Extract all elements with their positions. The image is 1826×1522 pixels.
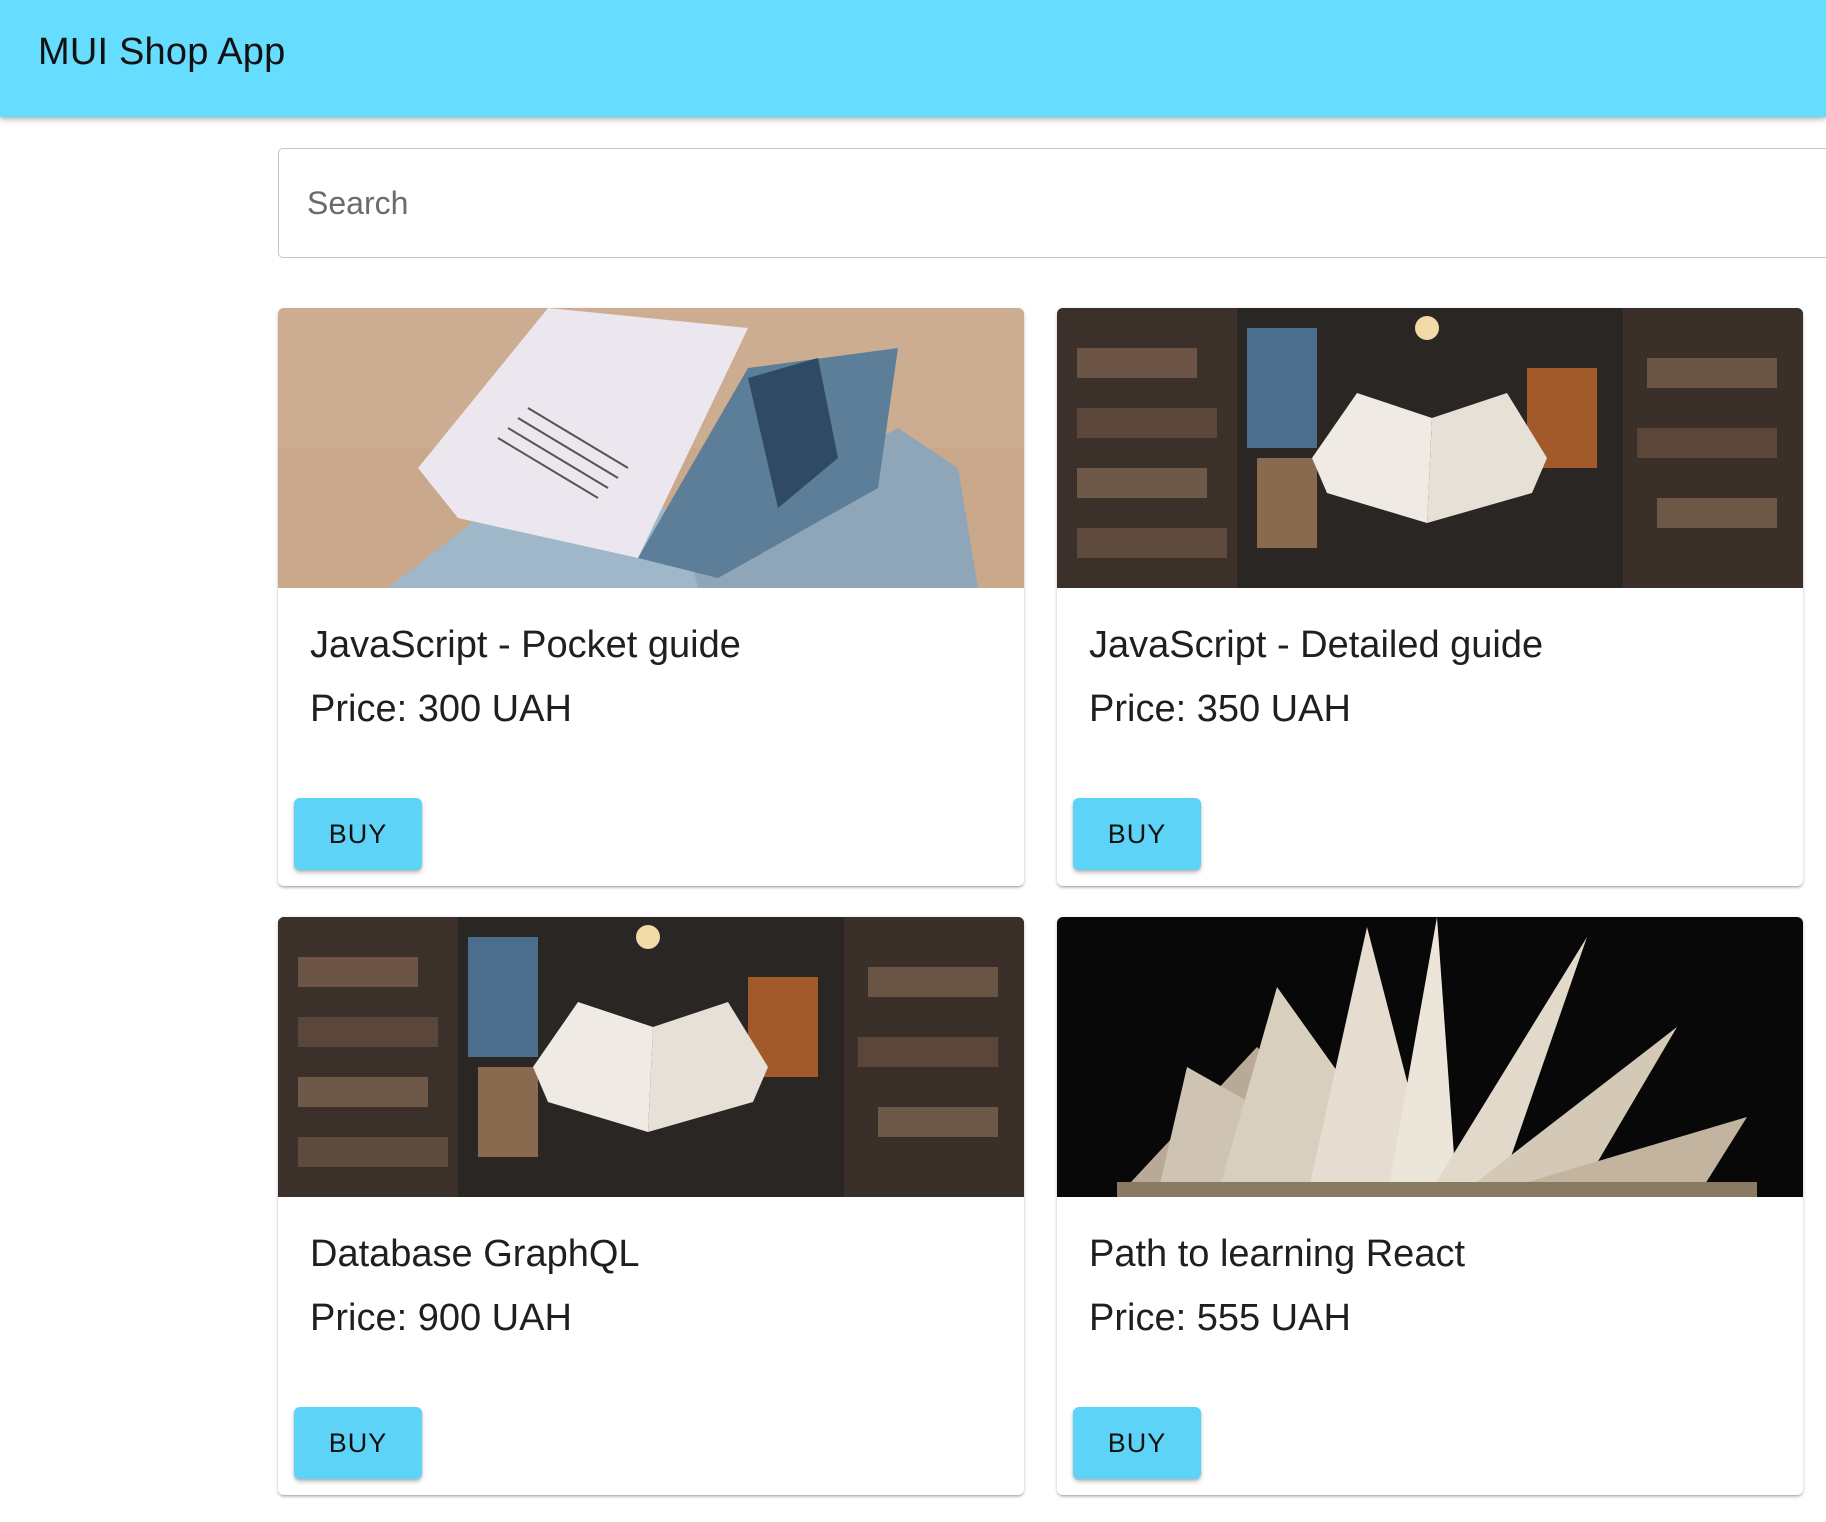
open-book-photo (278, 308, 1024, 588)
product-price: Price: 900 UAH (310, 1297, 572, 1339)
buy-button[interactable]: BUY (294, 1407, 422, 1479)
product-title: Database GraphQL (310, 1233, 640, 1275)
buy-button[interactable]: BUY (294, 798, 422, 870)
fanned-book-photo (1057, 917, 1803, 1197)
product-card: JavaScript - Detailed guide Price: 350 U… (1057, 308, 1803, 886)
product-card: Database GraphQL Price: 900 UAH BUY (278, 917, 1024, 1495)
buy-button[interactable]: BUY (1073, 1407, 1201, 1479)
product-card: Path to learning React Price: 555 UAH BU… (1057, 917, 1803, 1495)
product-price: Price: 300 UAH (310, 688, 572, 730)
product-title: JavaScript - Detailed guide (1089, 624, 1544, 666)
app-bar: MUI Shop App (0, 0, 1826, 117)
product-card: JavaScript - Pocket guide Price: 300 UAH… (278, 308, 1024, 886)
buy-button[interactable]: BUY (1073, 798, 1201, 870)
product-title: Path to learning React (1089, 1233, 1466, 1275)
library-floating-book-photo (278, 917, 1024, 1197)
library-floating-book-photo (1057, 308, 1803, 588)
search-input[interactable] (278, 148, 1826, 258)
product-price: Price: 555 UAH (1089, 1297, 1351, 1339)
product-price: Price: 350 UAH (1089, 688, 1351, 730)
product-title: JavaScript - Pocket guide (310, 624, 741, 666)
app-title: MUI Shop App (38, 31, 286, 73)
